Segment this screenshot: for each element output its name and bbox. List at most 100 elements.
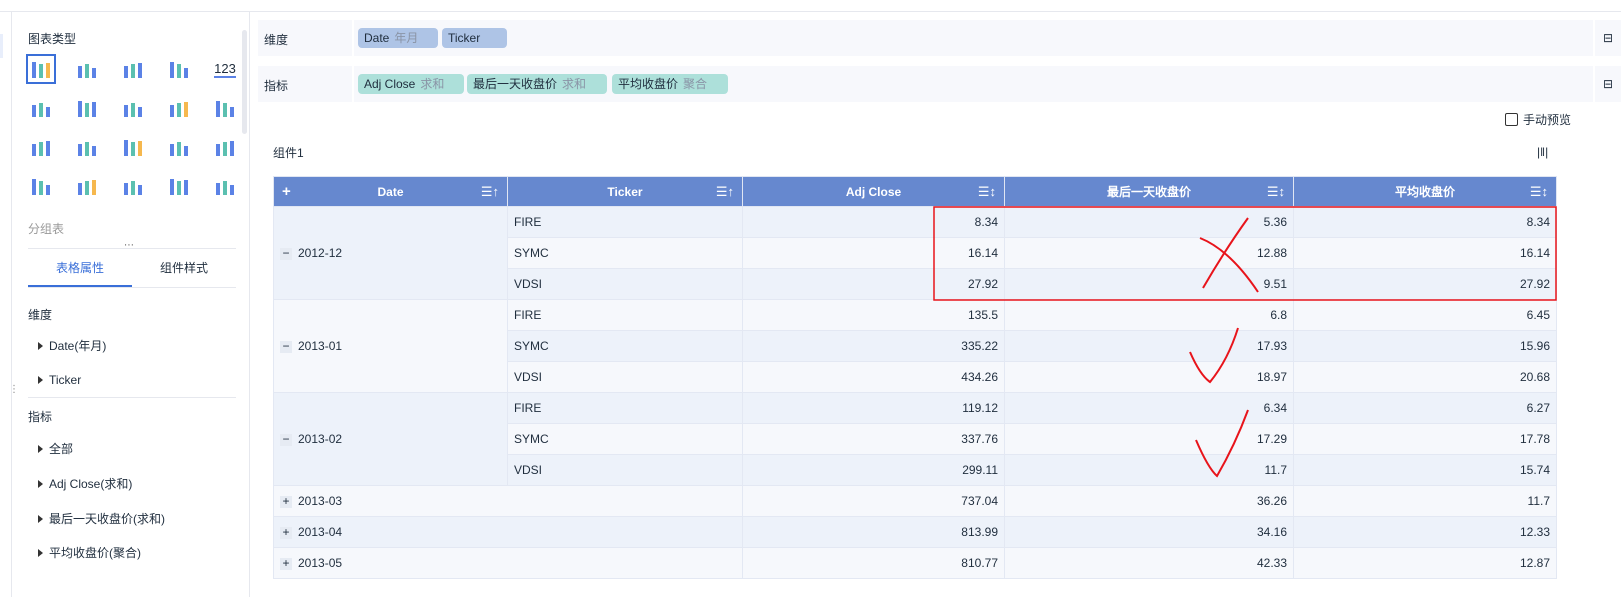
rose-chart-icon[interactable] — [72, 171, 102, 201]
pill-sub: 求和 — [562, 77, 587, 91]
pill-adj-close[interactable]: Adj Close 求和 — [358, 74, 464, 94]
metric-item-all[interactable]: 全部 — [38, 440, 73, 457]
chart-type-title: 图表类型 — [28, 32, 77, 46]
last-close-cell: 17.93 — [1004, 330, 1294, 362]
last-close-cell: 17.29 — [1004, 423, 1294, 455]
date-value: 2012-12 — [298, 246, 343, 260]
dimension-item-date[interactable]: Date(年月) — [38, 337, 106, 354]
date-value: 2013-03 — [298, 494, 343, 508]
date-cell: −2012-12 — [273, 206, 508, 300]
metric-item-adj-close[interactable]: Adj Close(求和) — [38, 475, 132, 492]
avg-close-cell: 11.7 — [1293, 485, 1557, 517]
collapse-icon[interactable]: − — [280, 340, 292, 353]
expand-all-icon[interactable]: + — [282, 183, 291, 200]
collapse-icon[interactable]: − — [280, 433, 292, 446]
ring-chart-icon[interactable] — [118, 171, 148, 201]
tab-table-properties[interactable]: 表格属性 — [28, 249, 132, 287]
pill-ticker[interactable]: Ticker — [442, 28, 507, 48]
sort-asc-icon[interactable]: ☰↑ — [481, 184, 499, 200]
number-icon[interactable]: 123 — [210, 54, 240, 84]
dimension-shelf: 维度 Date 年月 Ticker ⊟ — [258, 20, 1621, 56]
pill-name: Ticker — [448, 31, 481, 45]
sort-icon[interactable]: ☰↕ — [1530, 184, 1548, 200]
table-icon[interactable] — [26, 54, 56, 84]
header-label: Ticker — [607, 184, 643, 199]
avg-close-cell: 27.92 — [1293, 268, 1557, 300]
adj-close-cell: 299.11 — [742, 454, 1005, 486]
collapse-icon[interactable]: − — [280, 247, 292, 260]
sort-icon[interactable]: ☰↕ — [978, 184, 996, 200]
divider — [28, 397, 236, 398]
header-ticker[interactable]: Ticker ☰↑ — [507, 176, 743, 207]
adj-close-cell: 16.14 — [742, 237, 1005, 269]
avg-close-cell: 16.14 — [1293, 237, 1557, 269]
line-chart-icon[interactable] — [26, 132, 56, 162]
pill-avg-close[interactable]: 平均收盘价 聚合 — [612, 74, 728, 94]
bubble-icon[interactable] — [210, 171, 240, 201]
cross-table-icon[interactable] — [72, 54, 102, 84]
pie-chart-icon[interactable] — [26, 171, 56, 201]
date-value: 2013-01 — [298, 339, 343, 353]
bar-chart-icon[interactable] — [118, 93, 148, 123]
dimension-drop-area[interactable]: Date 年月 Ticker — [352, 20, 1532, 56]
metric-settings-button[interactable]: ⊟ — [1593, 66, 1621, 102]
scatter-icon[interactable] — [164, 171, 194, 201]
header-date[interactable]: + Date ☰↑ — [273, 176, 508, 207]
toolbox-icon: ⊟ — [1602, 31, 1614, 45]
multi-line-icon[interactable] — [72, 132, 102, 162]
metric-drop-area[interactable]: Adj Close 求和 最后一天收盘价 求和 平均收盘价 聚合 — [352, 66, 1532, 102]
group-table-label: 分组表 — [28, 222, 65, 236]
pill-last-close[interactable]: 最后一天收盘价 求和 — [467, 74, 607, 94]
last-close-cell: 6.8 — [1004, 299, 1294, 331]
radar-icon[interactable] — [118, 132, 148, 162]
dimension-item-ticker[interactable]: Ticker — [38, 373, 81, 387]
tab-component-style[interactable]: 组件样式 — [132, 249, 236, 287]
last-close-cell: 42.33 — [1004, 547, 1294, 579]
panel-tabs: 表格属性 组件样式 — [28, 248, 236, 288]
avg-close-cell: 20.68 — [1293, 361, 1557, 393]
expand-icon[interactable]: + — [280, 495, 292, 508]
kpi-grid-icon[interactable] — [164, 54, 194, 84]
grouped-bar-icon[interactable] — [72, 93, 102, 123]
dimension-settings-button[interactable]: ⊟ — [1593, 20, 1621, 56]
header-label: 最后一天收盘价 — [1106, 185, 1191, 199]
expand-icon[interactable]: + — [280, 557, 292, 570]
avg-close-cell: 6.45 — [1293, 299, 1557, 331]
metric-shelf: 指标 Adj Close 求和 最后一天收盘价 求和 平均收盘价 聚合 ⊟ — [258, 66, 1621, 102]
data-table: + Date ☰↑ Ticker ☰↑ Adj Close ☰↕ 最后一天收盘价 ☰↕ 平… — [273, 176, 1557, 579]
avg-close-cell: 15.96 — [1293, 330, 1557, 362]
last-close-cell: 9.51 — [1004, 268, 1294, 300]
header-last-close[interactable]: 最后一天收盘价 ☰↕ — [1004, 176, 1294, 207]
avg-close-cell: 12.33 — [1293, 516, 1557, 548]
table-row: +2013-03 737.04 36.26 11.7 — [273, 485, 1557, 517]
header-avg-close[interactable]: 平均收盘价 ☰↕ — [1293, 176, 1557, 207]
manual-preview-toggle[interactable]: 手动预览 — [1505, 111, 1571, 128]
adj-close-cell: 337.76 — [742, 423, 1005, 455]
metric-item-avg-close[interactable]: 平均收盘价(聚合) — [38, 544, 141, 561]
pill-date[interactable]: Date 年月 — [358, 28, 438, 48]
area-chart-icon[interactable] — [164, 132, 194, 162]
detail-table-icon[interactable] — [118, 54, 148, 84]
adj-close-cell: 335.22 — [742, 330, 1005, 362]
metric-section-title: 指标 — [28, 410, 53, 424]
manual-preview-checkbox[interactable] — [1505, 113, 1518, 126]
sort-asc-icon[interactable]: ☰↑ — [716, 184, 734, 200]
pill-name: 最后一天收盘价 — [473, 77, 558, 91]
date-cell: +2013-03 — [273, 485, 743, 517]
header-adj-close[interactable]: Adj Close ☰↕ — [742, 176, 1005, 207]
pill-name: Date — [364, 31, 390, 45]
header-label: 平均收盘价 — [1394, 185, 1455, 199]
metric-item-last-close[interactable]: 最后一天收盘价(求和) — [38, 510, 165, 527]
expand-icon[interactable]: + — [280, 526, 292, 539]
adj-close-cell: 737.04 — [742, 485, 1005, 517]
column-width-icon[interactable]: |‖| — [1537, 145, 1548, 159]
adj-close-cell: 8.34 — [742, 206, 1005, 238]
table-row: −2012-12 FIRE 8.34 5.36 8.34 — [273, 206, 1557, 300]
waterfall-icon[interactable] — [210, 93, 240, 123]
last-close-cell: 12.88 — [1004, 237, 1294, 269]
stacked-bar-icon[interactable] — [26, 93, 56, 123]
scrollbar[interactable] — [242, 30, 247, 134]
horizontal-bar-icon[interactable] — [164, 93, 194, 123]
sort-icon[interactable]: ☰↕ — [1267, 184, 1285, 200]
gauge-icon[interactable] — [210, 132, 240, 162]
